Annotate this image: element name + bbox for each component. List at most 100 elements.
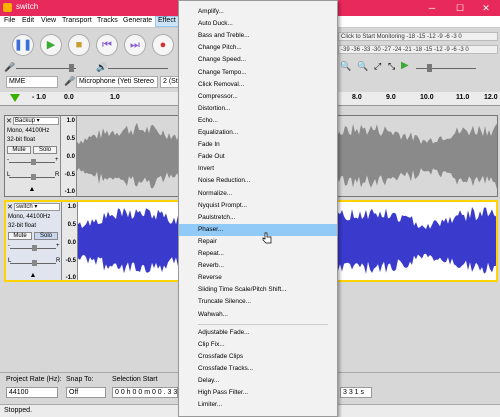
snap-select[interactable]: Off [66, 387, 106, 398]
scale-label: -1.0 [64, 189, 75, 195]
recording-device-select[interactable]: Microphone (Yeti Stereo [76, 76, 158, 88]
effect-menu-item[interactable]: Echo... [179, 115, 337, 127]
selection-start-field[interactable]: 0 0 h 0 0 m 0 0 . 3 3 [112, 387, 178, 398]
effect-menu-item[interactable]: Change Speed... [179, 54, 337, 66]
gain-knob[interactable] [32, 245, 37, 251]
zoom-in-icon[interactable]: 🔍 [340, 61, 351, 72]
effect-menu-item[interactable]: Adjustable Fade... [179, 327, 337, 339]
record-meter-hint: Click to Start Monitoring [341, 34, 405, 40]
track-name-menu[interactable]: Backup ▾ [13, 117, 59, 125]
effect-menu-item[interactable]: Distortion... [179, 103, 337, 115]
scale-label: 0.5 [66, 136, 75, 142]
pan-knob[interactable] [32, 260, 37, 266]
selection-start-label: Selection Start [112, 376, 158, 383]
menu-view[interactable]: View [39, 17, 58, 24]
effect-menu-item[interactable]: Repair [179, 236, 337, 248]
play-button[interactable]: ▶ [40, 34, 62, 56]
pan-slider[interactable] [10, 260, 56, 266]
effect-menu-item[interactable]: Change Tempo... [179, 67, 337, 79]
track-name-menu[interactable]: switch ▾ [14, 203, 60, 211]
effect-menu-item[interactable]: Truncate Silence... [179, 296, 337, 308]
fit-selection-icon[interactable]: ⤢ [374, 61, 381, 72]
effect-menu-item[interactable]: Wahwah... [179, 309, 337, 321]
zoom-out-icon[interactable]: 🔍 [357, 61, 368, 72]
effect-menu-item[interactable]: Nyquist Prompt... [179, 200, 337, 212]
effect-menu-item[interactable]: Paulstretch... [179, 212, 337, 224]
audio-host-select[interactable]: MME [6, 76, 58, 88]
skip-end-button[interactable]: ⏭ [124, 34, 146, 56]
effect-menu-item[interactable]: Phaser... [179, 223, 337, 236]
effect-menu-item[interactable]: Compressor... [179, 91, 337, 103]
effect-menu-item[interactable]: Normalize... [179, 188, 337, 200]
snap-label: Snap To: [66, 376, 94, 383]
effect-menu-item[interactable]: Crossfade Clips [179, 351, 337, 363]
playback-meter-scale: -39 -36 -33 -30 -27 -24 -21 -18 -15 -12 … [338, 45, 498, 54]
pan-knob[interactable] [31, 174, 36, 180]
playhead-icon[interactable] [10, 94, 20, 102]
effect-menu-item[interactable]: Fade Out [179, 151, 337, 163]
solo-button[interactable]: Solo [33, 146, 57, 154]
effect-menu-item[interactable]: Click Removal... [179, 79, 337, 91]
menu-tracks[interactable]: Tracks [95, 17, 120, 24]
effect-menu-item[interactable]: Fade In [179, 139, 337, 151]
effect-menu-item[interactable]: Limiter... [179, 399, 337, 411]
gain-slider[interactable] [9, 159, 55, 165]
track-bit-depth: 32-bit float [7, 137, 36, 143]
collapse-track-icon[interactable]: ▲ [27, 186, 37, 193]
project-rate-select[interactable]: 44100 [6, 387, 58, 398]
skip-start-icon: ⏮ [102, 39, 112, 51]
pan-slider[interactable] [9, 174, 55, 180]
effect-menu-item[interactable]: Change Pitch... [179, 42, 337, 54]
mute-button[interactable]: Mute [7, 146, 31, 154]
pan-right-label: R [56, 258, 61, 264]
fit-project-icon[interactable]: ⤡ [388, 61, 395, 72]
scale-label: 0.0 [67, 240, 76, 246]
play-at-speed-icon[interactable]: ▶ [401, 60, 409, 71]
mic-volume-slider[interactable] [16, 68, 76, 69]
speaker-volume-slider[interactable] [108, 68, 168, 69]
effect-menu-item[interactable]: Reverse [179, 272, 337, 284]
amplitude-scale: 1.0 0.5 0.0 -0.5 -1.0 [62, 202, 78, 281]
maximize-button[interactable]: ☐ [446, 0, 474, 16]
effect-menu-item[interactable]: Delay... [179, 375, 337, 387]
skip-start-button[interactable]: ⏮ [96, 34, 118, 56]
effect-menu-item[interactable]: Bass and Treble... [179, 30, 337, 42]
play-speed-slider[interactable] [416, 68, 476, 69]
menu-generate[interactable]: Generate [121, 17, 154, 24]
selection-end-field[interactable]: 3 3 1 s [340, 387, 372, 398]
gain-plus-label: + [56, 243, 60, 249]
menu-transport[interactable]: Transport [60, 17, 94, 24]
gain-knob[interactable] [31, 159, 36, 165]
track-close-icon[interactable]: ✕ [7, 203, 13, 211]
effect-menu-item[interactable]: Equalization... [179, 127, 337, 139]
effect-menu-item[interactable]: Noise Reduction... [179, 175, 337, 187]
effect-menu-item[interactable]: High Pass Filter... [179, 387, 337, 399]
skip-end-icon: ⏭ [130, 39, 140, 51]
channels-select[interactable]: 2 (Ste [160, 76, 180, 88]
menu-edit[interactable]: Edit [20, 17, 36, 24]
record-meter[interactable]: Click to Start Monitoring -18 -15 -12 -9… [338, 32, 498, 41]
menu-effect[interactable]: Effect [155, 16, 179, 27]
effect-menu-item[interactable]: Invert [179, 163, 337, 175]
menu-file[interactable]: File [2, 17, 17, 24]
stop-button[interactable]: ■ [68, 34, 90, 56]
gain-slider[interactable] [10, 245, 56, 251]
record-button[interactable]: ● [152, 34, 174, 56]
track-close-icon[interactable]: ✕ [6, 117, 12, 125]
effect-menu-item[interactable]: Amplify... [179, 6, 337, 18]
minimize-button[interactable]: ─ [418, 0, 446, 16]
effect-menu-item[interactable]: Repeat... [179, 248, 337, 260]
play-speed-knob[interactable] [427, 64, 432, 72]
close-button[interactable]: ✕ [472, 0, 500, 16]
effect-menu-item[interactable]: Clip Fix... [179, 339, 337, 351]
mic-volume-knob[interactable] [69, 64, 74, 72]
collapse-track-icon[interactable]: ▲ [28, 272, 38, 279]
mute-button[interactable]: Mute [8, 232, 32, 240]
effect-menu-item[interactable]: Crossfade Tracks... [179, 363, 337, 375]
effect-menu-item[interactable]: Reverb... [179, 260, 337, 272]
solo-button[interactable]: Solo [34, 232, 58, 240]
effect-menu-item[interactable]: Auto Duck... [179, 18, 337, 30]
app-icon [3, 3, 12, 12]
effect-menu-item[interactable]: Sliding Time Scale/Pitch Shift... [179, 284, 337, 296]
pause-button[interactable]: ❚❚ [12, 34, 34, 56]
